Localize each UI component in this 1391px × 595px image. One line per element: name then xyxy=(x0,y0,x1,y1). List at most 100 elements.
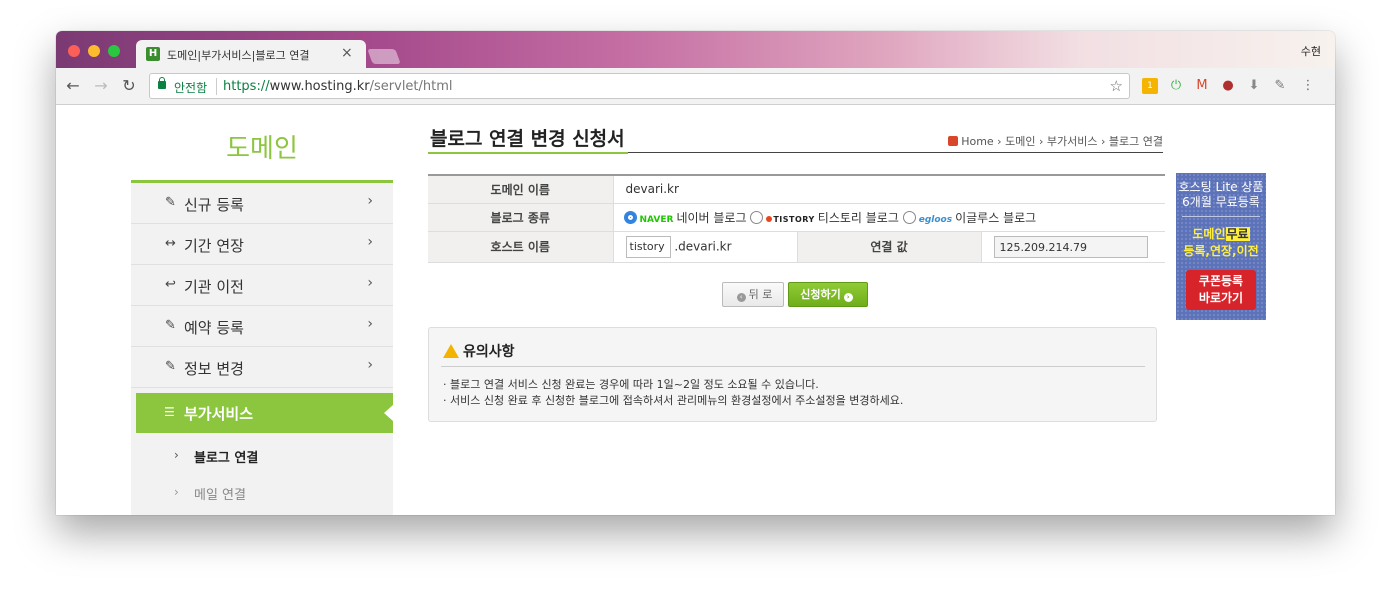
host-name-suffix: .devari.kr xyxy=(674,239,732,253)
link-value-input[interactable]: 125.209.214.79 xyxy=(993,235,1148,258)
gmail-icon[interactable]: M xyxy=(1194,78,1210,94)
breadcrumb-current: 블로그 연결 xyxy=(1108,135,1163,148)
coupon-button-line2: 바로가기 xyxy=(1198,291,1244,305)
download-icon[interactable]: ⬇ xyxy=(1246,78,1262,94)
sidebar-item-additional-services[interactable]: ☰ 부가서비스 xyxy=(136,393,393,433)
chevron-right-icon: › xyxy=(367,357,373,373)
coupon-button-line1: 쿠폰등록 xyxy=(1198,274,1244,288)
extension-power-icon[interactable]: ⏻ xyxy=(1168,78,1184,94)
sidebar-item-info-change[interactable]: ✎ 정보 변경 › xyxy=(131,347,393,388)
url-text[interactable]: https://www.hosting.kr/servlet/html xyxy=(223,79,453,94)
menu-dots-icon[interactable]: ⋮ xyxy=(1300,78,1316,94)
notice-line: · 서비스 신청 완료 후 신청한 블로그에 접속하셔서 관리메뉴의 환경설정에… xyxy=(443,394,904,407)
blog-type-options: NAVER 네이버 블로그 TISTORY 티스토리 블로그 egloos 이글루스 … xyxy=(613,203,1165,232)
sidebar-item-label: 기간 연장 xyxy=(184,237,244,255)
browser-window: H 도메인|부가서비스|블로그 연결 × 수현 ← → ↻ 안전함 https:… xyxy=(56,31,1335,515)
extension-mask-icon[interactable]: ● xyxy=(1220,78,1236,94)
edit-icon: ✎ xyxy=(165,195,176,210)
banner-line2: 6개월 무료등록 xyxy=(1182,195,1260,209)
banner-divider xyxy=(1182,216,1260,217)
url-path: /servlet/html xyxy=(369,79,453,94)
sidebar-item-renewal[interactable]: ↔ 기간 연장 › xyxy=(131,224,393,265)
sidebar-item-label: 부가서비스 xyxy=(184,405,254,423)
address-bar[interactable]: 안전함 https://www.hosting.kr/servlet/html … xyxy=(149,73,1130,99)
blog-type-label: 블로그 종류 xyxy=(428,203,614,232)
chevron-right-icon: › xyxy=(367,316,373,332)
banner-line1: 호스팅 Lite 상품 xyxy=(1178,180,1264,194)
notice-divider xyxy=(441,366,1145,367)
banner-free-highlight: 무료 xyxy=(1225,227,1250,241)
sidebar-item-label: 정보 변경 xyxy=(184,360,244,378)
sidebar-subitem-mail-link[interactable]: › 메일 연결 xyxy=(131,475,393,511)
lock-icon xyxy=(158,77,166,89)
coupon-register-button[interactable]: 쿠폰등록바로가기 xyxy=(1186,270,1256,310)
notice-line: · 블로그 연결 서비스 신청 완료는 경우에 따라 1일~2일 정도 소요될 … xyxy=(443,378,819,391)
application-form: 도메인 이름 devari.kr 블로그 종류 NAVER 네이버 블로그 TIS… xyxy=(428,174,1165,263)
profile-name[interactable]: 수현 xyxy=(1301,43,1321,59)
radio-naver[interactable] xyxy=(623,210,637,224)
form-row-domain: 도메인 이름 devari.kr xyxy=(428,175,1165,204)
sidebar-menu: ✎ 신규 등록 › ↔ 기간 연장 › ↩ 기관 이전 › ✎ 예약 등록 › … xyxy=(131,180,393,515)
radio-egloos-label: 이글루스 블로그 xyxy=(955,210,1037,225)
sidebar-subitem-blog-link[interactable]: › 블로그 연결 xyxy=(131,438,393,474)
radio-naver-label: 네이버 블로그 xyxy=(676,210,747,225)
link-value-cell: 125.209.214.79 xyxy=(981,231,1165,263)
sidebar-item-label: 신규 등록 xyxy=(184,196,244,214)
title-accent-line xyxy=(428,152,628,154)
favicon-icon: H xyxy=(146,47,160,61)
home-icon xyxy=(948,136,959,146)
chevron-right-icon: › xyxy=(174,485,179,499)
url-separator xyxy=(216,78,217,95)
forward-arrow-icon[interactable]: → xyxy=(92,77,110,95)
back-button[interactable]: ‹ 뒤 로 xyxy=(722,282,784,307)
minimize-window-button[interactable] xyxy=(88,45,100,57)
edit-icon: ✎ xyxy=(165,359,176,374)
radio-tistory[interactable] xyxy=(750,210,764,224)
promo-banner[interactable]: 호스팅 Lite 상품 6개월 무료등록 도메인무료 등록,연장,이전 쿠폰등록 바로… xyxy=(1176,173,1266,320)
back-arrow-icon[interactable]: ← xyxy=(64,77,82,95)
banner-headline: 호스팅 Lite 상품 6개월 무료등록 xyxy=(1176,180,1266,210)
domain-name-label: 도메인 이름 xyxy=(428,175,614,204)
host-name-label: 호스트 이름 xyxy=(428,231,614,263)
maximize-window-button[interactable] xyxy=(108,45,120,57)
notice-title: 유의사항 xyxy=(443,341,515,361)
page-content: 도메인 ✎ 신규 등록 › ↔ 기간 연장 › ↩ 기관 이전 › ✎ 예약 등… xyxy=(56,106,1335,515)
domain-name-value: devari.kr xyxy=(613,175,1165,204)
close-window-button[interactable] xyxy=(68,45,80,57)
eyedropper-icon[interactable]: ✎ xyxy=(1272,78,1288,94)
reload-icon[interactable]: ↻ xyxy=(120,77,138,95)
breadcrumb-services[interactable]: 부가서비스 xyxy=(1047,135,1098,148)
tistory-logo: TISTORY xyxy=(766,215,814,224)
new-tab-button[interactable] xyxy=(367,49,401,64)
apply-button[interactable]: 신청하기 › xyxy=(788,282,868,307)
breadcrumb: Home › 도메인 › 부가서비스 › 블로그 연결 xyxy=(948,133,1163,149)
tab-title: 도메인|부가서비스|블로그 연결 xyxy=(167,49,310,62)
host-name-input[interactable]: tistory xyxy=(625,235,671,258)
breadcrumb-home[interactable]: Home xyxy=(961,135,993,148)
sidebar-item-label: 예약 등록 xyxy=(184,319,244,337)
chevron-right-circle-icon: › xyxy=(843,293,853,302)
extension-calendar-icon[interactable]: 1 xyxy=(1142,78,1158,94)
breadcrumb-domain[interactable]: 도메인 xyxy=(1005,135,1035,148)
browser-tab[interactable]: H 도메인|부가서비스|블로그 연결 × xyxy=(136,40,366,69)
form-row-blog-type: 블로그 종류 NAVER 네이버 블로그 TISTORY 티스토리 블로그 eglo… xyxy=(428,203,1165,232)
notice-title-text: 유의사항 xyxy=(463,344,515,360)
arrows-horizontal-icon: ↔ xyxy=(165,236,176,251)
browser-toolbar: ← → ↻ 안전함 https://www.hosting.kr/servlet… xyxy=(56,68,1335,105)
secure-label: 안전함 xyxy=(174,81,208,95)
page-title: 블로그 연결 변경 신청서 xyxy=(430,128,625,150)
apply-button-label: 신청하기 xyxy=(800,288,841,301)
banner-line4: 등록,연장,이전 xyxy=(1183,244,1259,258)
chevron-right-icon: › xyxy=(174,448,179,462)
chevron-right-icon: › xyxy=(367,275,373,291)
radio-egloos[interactable] xyxy=(902,210,916,224)
tab-close-icon[interactable]: × xyxy=(341,45,353,61)
sidebar-item-reservation[interactable]: ✎ 예약 등록 › xyxy=(131,306,393,347)
form-row-host: 호스트 이름 tistory .devari.kr 연결 값 125.209.2… xyxy=(428,231,1165,263)
url-host: www.hosting.kr xyxy=(269,79,370,94)
sidebar-item-transfer[interactable]: ↩ 기관 이전 › xyxy=(131,265,393,306)
url-protocol: https:// xyxy=(223,79,270,94)
back-button-label: 뒤 로 xyxy=(748,288,773,301)
bookmark-star-icon[interactable]: ☆ xyxy=(1110,77,1123,95)
sidebar-item-new-registration[interactable]: ✎ 신규 등록 › xyxy=(131,183,393,224)
